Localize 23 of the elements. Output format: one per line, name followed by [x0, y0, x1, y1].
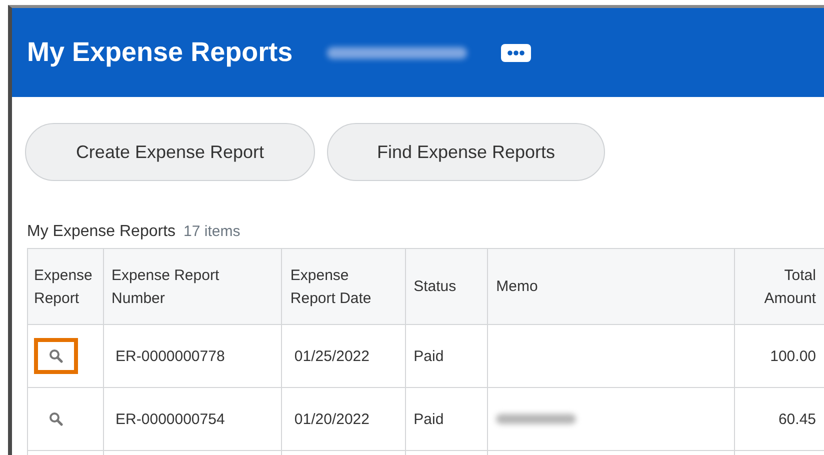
column-header: Expense Report	[28, 249, 104, 324]
table-cell: ER-0000000778	[104, 325, 282, 387]
column-header: Memo	[488, 249, 735, 324]
column-header: Status	[406, 249, 488, 324]
table-cell: ER-0000000754	[104, 388, 282, 450]
section-title: My Expense Reports	[27, 223, 176, 241]
highlight-frame[interactable]	[34, 338, 78, 374]
search-icon[interactable]	[49, 412, 63, 426]
table-cell-text: 60.45	[777, 410, 818, 430]
table-cell: 01/25/2022	[282, 325, 406, 387]
table-cell-text: 100.00	[769, 346, 818, 366]
table-cell: 01/20/2022	[282, 388, 406, 450]
action-button[interactable]: Find Expense Reports	[327, 123, 605, 181]
item-count: 17 items	[184, 223, 240, 240]
column-header: Total Amount	[763, 266, 817, 308]
column-header: Expense Report Number	[104, 249, 282, 324]
table-cell: Paid	[406, 388, 488, 450]
page-title: My Expense Reports	[27, 37, 293, 68]
more-icon[interactable]	[500, 44, 531, 62]
action-button[interactable]: Create Expense Report	[25, 123, 315, 181]
search-icon[interactable]	[49, 349, 63, 363]
column-header: Expense Report Date	[282, 249, 406, 324]
table-cell: Paid	[406, 325, 488, 387]
